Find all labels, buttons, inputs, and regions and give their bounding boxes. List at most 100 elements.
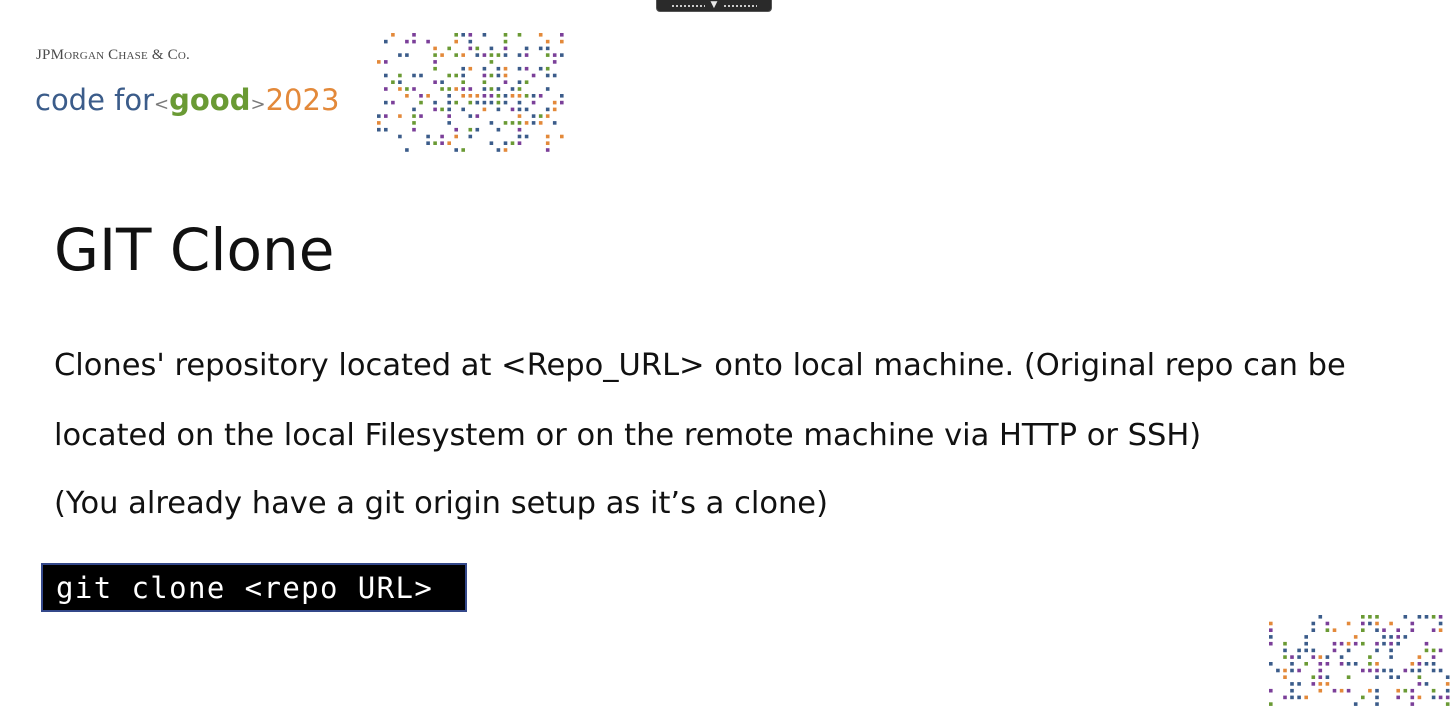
slide-title: GIT Clone <box>54 216 335 284</box>
company-wordmark: JPMorgan Chase & Co. <box>36 47 190 63</box>
logo-dot <box>1382 668 1386 673</box>
logo-dot <box>552 107 557 112</box>
logo-dot <box>1325 682 1330 686</box>
logo-dot <box>405 148 409 152</box>
logo-dot <box>461 66 465 71</box>
logo-dot <box>545 87 550 91</box>
logo-dot <box>1410 628 1415 632</box>
logo-dot <box>398 80 402 84</box>
logo-dot <box>1269 635 1273 639</box>
logo-dot <box>398 87 402 91</box>
grip-dots-icon <box>723 3 758 8</box>
logo-dot <box>454 73 458 78</box>
logo-dot <box>1389 641 1393 646</box>
logo-dot <box>1332 628 1337 632</box>
logo-dot <box>461 53 465 57</box>
logo-dot <box>1375 668 1379 673</box>
logo-dot <box>468 39 473 44</box>
logo-dot <box>503 73 508 78</box>
logo-dot <box>1445 675 1450 679</box>
logo-dot <box>391 80 395 84</box>
logo-dot <box>517 87 522 91</box>
logo-dot <box>1346 688 1351 693</box>
logo-dot <box>489 53 494 57</box>
logo-dot <box>1438 628 1443 632</box>
logo-dot <box>1325 655 1330 659</box>
logo-dot <box>1304 695 1308 700</box>
logo-dot <box>1417 662 1422 666</box>
logo-dot <box>384 100 388 105</box>
logo-dot <box>405 53 409 57</box>
logo-dot <box>1332 641 1337 646</box>
logo-dot <box>1269 641 1273 646</box>
logo-dot <box>517 141 522 145</box>
logo-dot <box>447 87 451 91</box>
logo-dot <box>1410 688 1415 693</box>
grip-dots-icon <box>670 3 705 8</box>
event-keyword: good <box>169 83 251 117</box>
logo-dot <box>1311 675 1316 679</box>
logo-dot <box>545 39 550 44</box>
logo-dot <box>461 148 465 152</box>
logo-dot <box>1417 615 1422 619</box>
logo-dot <box>468 87 473 91</box>
logo-dot <box>1339 662 1344 666</box>
logo-dot <box>552 73 557 78</box>
logo-dot <box>517 33 522 37</box>
logo-dot <box>1445 682 1450 686</box>
logo-dot <box>1431 662 1436 666</box>
chevron-down-icon[interactable]: ▼ <box>711 1 718 10</box>
logo-dot <box>503 53 508 57</box>
slide-toolbar-handle[interactable]: ▼ <box>656 0 772 12</box>
logo-dot <box>531 73 536 78</box>
logo-dot <box>447 141 451 145</box>
logo-dot <box>1382 628 1386 632</box>
logo-dot <box>1375 702 1379 706</box>
logo-dot <box>1417 668 1422 673</box>
logo-dot <box>454 148 458 152</box>
logo-dot <box>440 80 444 84</box>
logo-dot <box>1417 682 1422 686</box>
logo-dot <box>1396 675 1400 679</box>
logo-dot <box>1382 635 1386 639</box>
logo-dot <box>545 148 550 152</box>
logo-dot <box>1297 682 1301 686</box>
logo-dot <box>1361 668 1365 673</box>
logo-dot <box>475 114 480 118</box>
logo-dot <box>475 46 480 51</box>
logo-dot <box>1368 662 1372 666</box>
logo-dot <box>426 94 430 98</box>
logo-dot <box>496 100 501 105</box>
logo-dot <box>1375 628 1379 632</box>
logo-dot <box>510 107 515 112</box>
logo-dot <box>1368 688 1372 693</box>
logo-dot <box>1375 621 1379 626</box>
logo-dot <box>1375 695 1379 700</box>
logo-dot <box>377 121 381 125</box>
logo-dot <box>433 53 437 57</box>
logo-dot <box>496 127 501 132</box>
logo-dot <box>1311 682 1316 686</box>
logo-dot <box>1424 615 1429 619</box>
logo-dot <box>1311 621 1316 626</box>
logo-dot <box>538 46 543 51</box>
logo-dot <box>1269 688 1273 693</box>
logo-dot <box>398 114 402 118</box>
logo-dot <box>447 94 451 98</box>
logo-dot <box>391 33 395 37</box>
logo-dot <box>489 121 494 125</box>
logo-dot <box>440 134 444 139</box>
logo-dot <box>398 134 402 139</box>
logo-dot <box>461 80 465 84</box>
logo-dot <box>384 87 388 91</box>
logo-dot <box>1297 655 1301 659</box>
logo-dot <box>1269 662 1273 666</box>
logo-dot <box>552 53 557 57</box>
logo-dot <box>503 141 508 145</box>
logo-dot <box>412 33 416 37</box>
logo-dot <box>1318 675 1323 679</box>
logo-dot <box>412 39 416 44</box>
logo-dot <box>1368 621 1372 626</box>
logo-dot <box>545 73 550 78</box>
logo-dot <box>1346 662 1351 666</box>
